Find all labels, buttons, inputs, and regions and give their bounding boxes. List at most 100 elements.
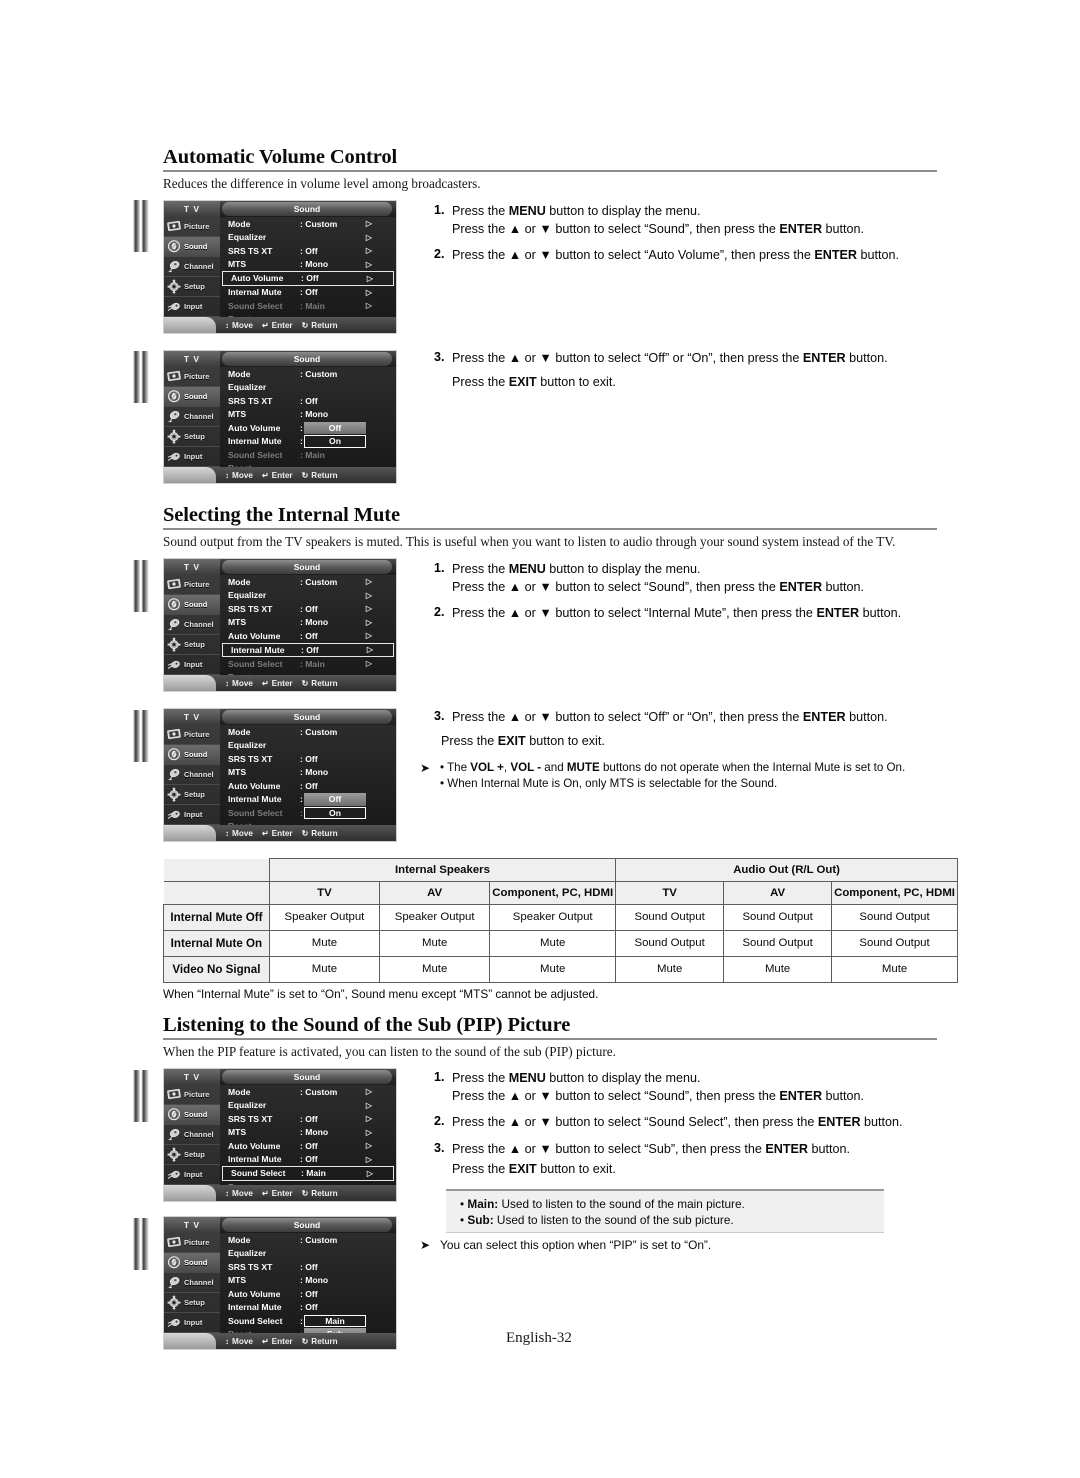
note-pip: ➤ You can select this option when “PIP” … [420, 1237, 940, 1253]
table-cell: Mute [723, 955, 833, 983]
menu-row[interactable]: Auto Volume: Off [220, 1287, 396, 1301]
menu-row[interactable]: Mode: Custom ▷ [220, 217, 396, 231]
sidebar-item-picture[interactable]: Picture [164, 1233, 220, 1253]
menu-row[interactable]: Mode: Custom ▷ [220, 1085, 396, 1099]
sidebar-item-channel[interactable]: Channel [164, 257, 220, 277]
sidebar-item-setup[interactable]: Setup [164, 1145, 220, 1165]
menu-row[interactable]: SRS TS XT: Off [220, 1260, 396, 1274]
menu-row[interactable]: MTS: Mono ▷ [220, 258, 396, 272]
menu-row[interactable]: Equalizer [220, 739, 396, 753]
menu-row[interactable]: Auto Volume: Off [220, 779, 396, 793]
menu-row[interactable]: MTS: Mono [220, 408, 396, 422]
menu-row-label: Mode [228, 368, 251, 379]
sidebar-item-picture[interactable]: Picture [164, 217, 220, 237]
menu-row[interactable]: Mode: Custom [220, 1233, 396, 1247]
menu-row-label: Auto Volume [228, 1288, 281, 1299]
hint-label: Move [232, 828, 253, 838]
table-sub-header: AV [723, 880, 833, 905]
sidebar-item-picture[interactable]: Picture [164, 1085, 220, 1105]
sidebar-item-label: Input [184, 810, 203, 819]
sidebar-item-input[interactable]: Input [164, 805, 220, 825]
sidebar-item-setup[interactable]: Setup [164, 635, 220, 655]
menu-row[interactable]: Internal Mute: Off ▷ [222, 642, 394, 657]
sidebar-item-input[interactable]: Input [164, 1313, 220, 1333]
sidebar-item-channel[interactable]: Channel [164, 615, 220, 635]
menu-row[interactable]: Equalizer ▷ [220, 1099, 396, 1113]
menu-option-off[interactable]: Off [304, 421, 366, 434]
menu-row[interactable]: Equalizer [220, 381, 396, 395]
sidebar-item-sound[interactable]: Sound [164, 387, 220, 407]
sidebar-item-setup[interactable]: Setup [164, 427, 220, 447]
menu-row[interactable]: Mode: Custom [220, 367, 396, 381]
menu-row[interactable]: Auto Volume: Off ▷ [220, 629, 396, 643]
menu-row[interactable]: Mode: Custom [220, 725, 396, 739]
sidebar-item-channel[interactable]: Channel [164, 407, 220, 427]
menu-row[interactable]: Equalizer ▷ [220, 231, 396, 245]
menu-row[interactable]: Sound Select: Main ▷ [220, 299, 396, 313]
menu-option-main[interactable]: Main [304, 1314, 366, 1327]
menu-row-value: : Mono [300, 409, 329, 420]
menu-row[interactable]: Sound Select: Main [220, 448, 396, 462]
menu-row[interactable]: Internal Mute: Off ▷ [220, 286, 396, 300]
menu-row[interactable]: SRS TS XT: Off ▷ [220, 602, 396, 616]
menu-row[interactable]: Equalizer [220, 1247, 396, 1261]
sidebar-item-sound[interactable]: Sound [164, 595, 220, 615]
updown-arrows-icon: ↕ [225, 678, 229, 688]
note-arrow-icon: ➤ [420, 1238, 431, 1252]
table-cell: Sound Output [615, 903, 725, 931]
menu-row[interactable]: Mode: Custom ▷ [220, 575, 396, 589]
menu-row[interactable]: Auto Volume: Off ▷ [220, 1139, 396, 1153]
menu-row[interactable]: SRS TS XT: Off [220, 394, 396, 408]
menu-row[interactable]: Equalizer ▷ [220, 589, 396, 603]
menu-row[interactable]: Sound Select: Main ▷ [222, 1166, 394, 1181]
chevron-right-icon: ▷ [365, 617, 373, 627]
sidebar-item-sound[interactable]: Sound [164, 1105, 220, 1125]
sidebar-item-input[interactable]: Input [164, 297, 220, 317]
menu-row[interactable]: MTS: Mono [220, 766, 396, 780]
sidebar-item-setup[interactable]: Setup [164, 1293, 220, 1313]
menu-option-on[interactable]: On [304, 435, 366, 448]
chevron-right-icon: ▷ [365, 659, 373, 669]
sidebar-item-label: Setup [184, 640, 205, 649]
sidebar-item-picture[interactable]: Picture [164, 367, 220, 387]
menu-row-value: : Main [300, 300, 325, 311]
menu-row[interactable]: Internal Mute: Off [220, 1301, 396, 1315]
hint-label: Return [311, 320, 338, 330]
sidebar-item-setup[interactable]: Setup [164, 277, 220, 297]
osd-hint-nub [164, 675, 216, 691]
menu-option-on[interactable]: On [304, 806, 366, 819]
sidebar-item-input[interactable]: Input [164, 447, 220, 467]
sidebar-item-input[interactable]: Input [164, 1165, 220, 1185]
menu-row[interactable]: Sound Select: Main ▷ [220, 657, 396, 671]
step-number: 3. [434, 1140, 445, 1155]
osd-tv-label: T V [164, 1217, 220, 1233]
menu-row[interactable]: SRS TS XT: Off ▷ [220, 1112, 396, 1126]
menu-row[interactable]: Auto Volume: Off ▷ [222, 271, 394, 286]
hint-label: Return [311, 678, 338, 688]
menu-row[interactable]: MTS: Mono ▷ [220, 616, 396, 630]
menu-row[interactable]: MTS: Mono ▷ [220, 1126, 396, 1140]
table-cell: Sound Output [831, 903, 958, 931]
sidebar-item-sound[interactable]: Sound [164, 237, 220, 257]
setup-icon [166, 787, 183, 802]
sidebar-item-channel[interactable]: Channel [164, 1273, 220, 1293]
sidebar-item-picture[interactable]: Picture [164, 575, 220, 595]
menu-row[interactable]: Internal Mute: Off ▷ [220, 1153, 396, 1167]
menu-row[interactable]: SRS TS XT: Off [220, 752, 396, 766]
osd-sidebar: Picture Sound Channel Setup Input [164, 1085, 220, 1201]
sidebar-item-channel[interactable]: Channel [164, 1125, 220, 1145]
section-rule-pip [163, 1038, 937, 1040]
osd-title: Sound [222, 1218, 392, 1232]
sidebar-item-picture[interactable]: Picture [164, 725, 220, 745]
sidebar-item-sound[interactable]: Sound [164, 1253, 220, 1273]
sidebar-item-setup[interactable]: Setup [164, 785, 220, 805]
info-line: Main: Used to listen to the sound of the… [460, 1196, 884, 1212]
sidebar-item-label: Sound [184, 600, 208, 609]
menu-row[interactable]: SRS TS XT: Off ▷ [220, 244, 396, 258]
menu-option-off[interactable]: Off [304, 793, 366, 806]
menu-row[interactable]: MTS: Mono [220, 1274, 396, 1288]
sidebar-item-label: Picture [184, 372, 210, 381]
sidebar-item-channel[interactable]: Channel [164, 765, 220, 785]
sidebar-item-sound[interactable]: Sound [164, 745, 220, 765]
sidebar-item-input[interactable]: Input [164, 655, 220, 675]
